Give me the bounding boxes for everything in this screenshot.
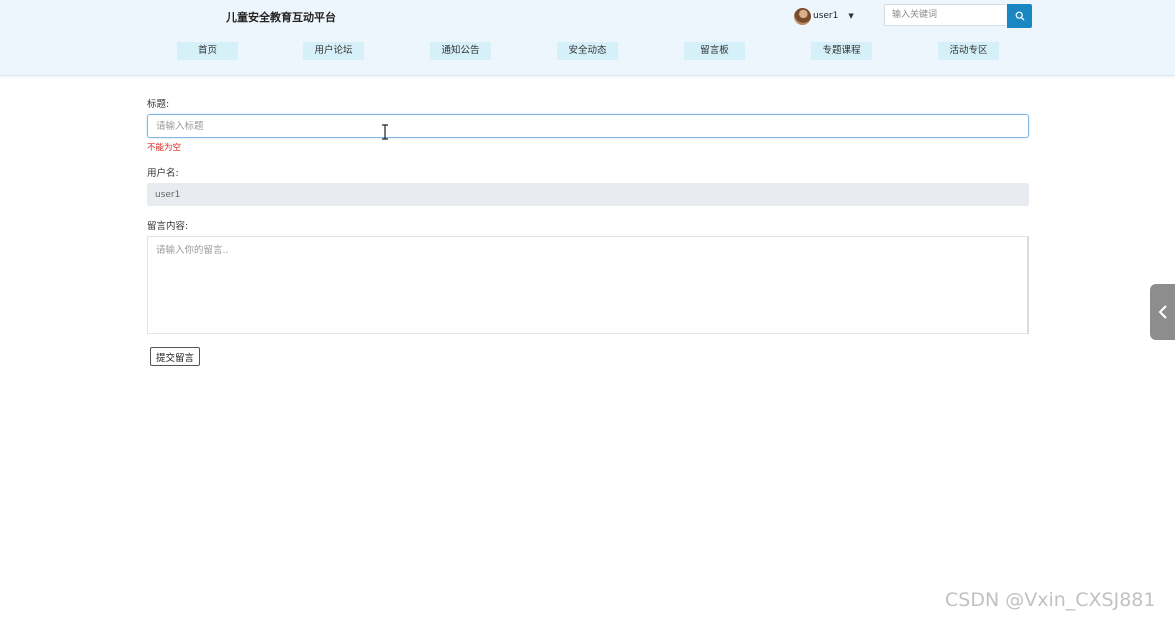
title-input[interactable] <box>147 114 1029 138</box>
username-label: 用户名: <box>147 168 179 179</box>
search-icon <box>1015 11 1024 21</box>
search-button[interactable] <box>1007 4 1032 28</box>
nav-item-notices[interactable]: 通知公告 <box>430 42 491 60</box>
title-label: 标题: <box>147 99 170 110</box>
text-cursor-icon <box>382 124 388 140</box>
submit-button[interactable]: 提交留言 <box>150 347 200 366</box>
username-field <box>147 183 1029 206</box>
content-label: 留言内容: <box>147 221 189 232</box>
side-panel-toggle[interactable] <box>1150 284 1175 340</box>
title-error-text: 不能为空 <box>147 143 182 153</box>
avatar <box>794 7 811 25</box>
user-menu[interactable]: user1 ▼ <box>794 7 854 25</box>
watermark-text: CSDN @Vxin_CXSJ881 <box>945 589 1156 611</box>
nav-item-activities[interactable]: 活动专区 <box>938 42 999 60</box>
username-label: user1 <box>813 11 839 21</box>
nav-item-forum[interactable]: 用户论坛 <box>303 42 364 60</box>
content-textarea[interactable] <box>147 236 1029 334</box>
site-title: 儿童安全教育互动平台 <box>226 11 336 24</box>
nav-item-safety-news[interactable]: 安全动态 <box>557 42 618 60</box>
nav-item-home[interactable]: 首页 <box>177 42 238 60</box>
nav-item-message-board[interactable]: 留言板 <box>684 42 745 60</box>
caret-down-icon: ▼ <box>848 12 854 20</box>
search-input[interactable] <box>884 4 1006 26</box>
chevron-left-icon <box>1158 305 1167 319</box>
top-header: 儿童安全教育互动平台 user1 ▼ 首页 用户论坛 通知公告 安全动态 留言板… <box>0 0 1175 76</box>
nav-item-courses[interactable]: 专题课程 <box>811 42 872 60</box>
